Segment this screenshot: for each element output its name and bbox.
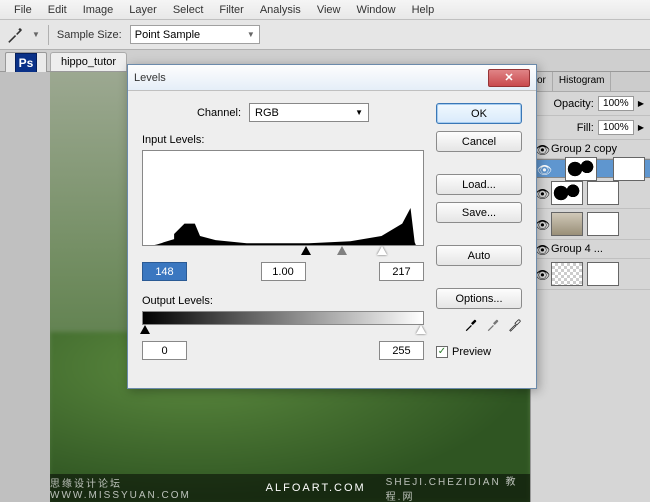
menu-edit[interactable]: Edit xyxy=(40,2,75,18)
layer-item[interactable]: 👁 xyxy=(531,178,650,209)
document-tab[interactable]: hippo_tutor xyxy=(50,52,127,71)
layer-item[interactable]: 👁 xyxy=(531,209,650,240)
menu-image[interactable]: Image xyxy=(75,2,122,18)
menu-window[interactable]: Window xyxy=(348,2,403,18)
dialog-titlebar[interactable]: Levels ✕ xyxy=(128,65,536,91)
menubar: File Edit Image Layer Select Filter Anal… xyxy=(0,0,650,20)
options-button[interactable]: Options... xyxy=(436,288,522,309)
preview-checkbox[interactable]: ✓ xyxy=(436,346,448,358)
panel-tabs: or Histogram xyxy=(531,72,650,92)
input-black-field[interactable] xyxy=(142,262,187,281)
white-eyedropper-icon[interactable] xyxy=(508,318,522,335)
fill-label: Fill: xyxy=(577,122,594,134)
preview-label: Preview xyxy=(452,346,491,358)
menu-view[interactable]: View xyxy=(309,2,349,18)
chevron-right-icon[interactable]: ▶ xyxy=(638,123,644,132)
sample-size-select[interactable]: Point Sample ▼ xyxy=(130,25,260,44)
input-white-field[interactable] xyxy=(379,262,424,281)
black-eyedropper-icon[interactable] xyxy=(464,318,478,335)
watermark-right: SHEJI.CHEZIDIAN 教程.网 xyxy=(386,473,530,502)
layer-mask-thumb xyxy=(613,157,645,181)
input-mid-field[interactable] xyxy=(261,262,306,281)
ok-button[interactable]: OK xyxy=(436,103,522,124)
close-icon: ✕ xyxy=(504,71,513,84)
ps-logo: Ps xyxy=(15,53,37,73)
channel-label: Channel: xyxy=(197,107,241,119)
chevron-down-icon: ▼ xyxy=(355,108,363,117)
auto-button[interactable]: Auto xyxy=(436,245,522,266)
opacity-value[interactable]: 100% xyxy=(598,96,634,111)
watermark-bar: 思缘设计论坛 WWW.MISSYUAN.COM ALFOART.COM SHEJ… xyxy=(50,474,530,502)
layer-mask-thumb xyxy=(587,262,619,286)
chevron-down-icon: ▼ xyxy=(247,30,255,39)
eyedropper-icon[interactable] xyxy=(6,26,24,44)
layer-thumb xyxy=(551,181,583,205)
layer-item[interactable]: 👁 xyxy=(531,259,650,290)
output-black-handle[interactable] xyxy=(140,325,150,334)
channel-value: RGB xyxy=(255,107,279,119)
layer-mask-thumb xyxy=(587,212,619,236)
output-levels-label: Output Levels: xyxy=(142,295,424,307)
levels-dialog: Levels ✕ Channel: RGB ▼ Input Levels: xyxy=(127,64,537,389)
layer-thumb xyxy=(551,212,583,236)
output-slider[interactable] xyxy=(142,323,424,337)
menu-select[interactable]: Select xyxy=(165,2,212,18)
app-badge: Ps xyxy=(5,52,47,74)
options-bar: ▼ Sample Size: Point Sample ▼ xyxy=(0,20,650,50)
document-tab-label: hippo_tutor xyxy=(61,56,116,68)
panel-tab-histogram[interactable]: Histogram xyxy=(553,72,612,91)
save-button[interactable]: Save... xyxy=(436,202,522,223)
layer-thumb xyxy=(565,157,597,181)
menu-file[interactable]: File xyxy=(6,2,40,18)
menu-filter[interactable]: Filter xyxy=(211,2,251,18)
input-levels-label: Input Levels: xyxy=(142,134,424,146)
layer-thumb xyxy=(551,262,583,286)
layer-item[interactable]: 👁 xyxy=(531,159,650,178)
close-button[interactable]: ✕ xyxy=(488,69,530,87)
input-slider[interactable] xyxy=(142,244,424,258)
cancel-button[interactable]: Cancel xyxy=(436,131,522,152)
black-point-handle[interactable] xyxy=(301,246,311,255)
menu-layer[interactable]: Layer xyxy=(121,2,165,18)
dialog-title: Levels xyxy=(134,72,488,84)
white-point-handle[interactable] xyxy=(377,246,387,255)
menu-analysis[interactable]: Analysis xyxy=(252,2,309,18)
layer-item[interactable]: 👁 Group 4 ... xyxy=(531,240,650,259)
layer-label: Group 4 ... xyxy=(551,243,603,255)
menu-help[interactable]: Help xyxy=(404,2,443,18)
output-white-handle[interactable] xyxy=(416,325,426,334)
layer-label: Group 2 copy xyxy=(551,143,617,155)
output-black-field[interactable] xyxy=(142,341,187,360)
watermark-center: ALFOART.COM xyxy=(266,482,366,494)
load-button[interactable]: Load... xyxy=(436,174,522,195)
output-white-field[interactable] xyxy=(379,341,424,360)
opacity-label: Opacity: xyxy=(553,98,593,110)
mid-point-handle[interactable] xyxy=(337,246,347,255)
chevron-right-icon[interactable]: ▶ xyxy=(638,99,644,108)
gray-eyedropper-icon[interactable] xyxy=(486,318,500,335)
watermark-left: 思缘设计论坛 WWW.MISSYUAN.COM xyxy=(50,475,246,501)
sample-size-label: Sample Size: xyxy=(57,29,122,41)
visibility-icon[interactable]: 👁 xyxy=(537,163,549,175)
fill-value[interactable]: 100% xyxy=(598,120,634,135)
layer-mask-thumb xyxy=(587,181,619,205)
panels: or Histogram Opacity: 100% ▶ Fill: 100% … xyxy=(530,72,650,502)
channel-select[interactable]: RGB ▼ xyxy=(249,103,369,122)
sample-size-value: Point Sample xyxy=(135,29,200,41)
histogram xyxy=(142,150,424,246)
